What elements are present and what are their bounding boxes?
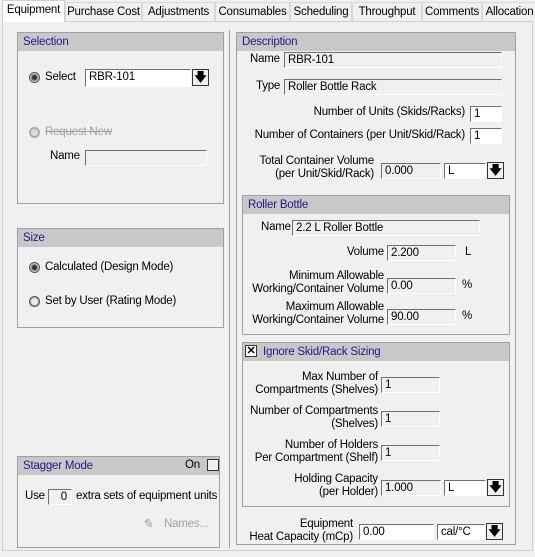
rb-volume-input: 2.200 [387,245,456,261]
holders-label: Number of Holders Per Compartment (Shelf) [255,439,378,465]
max-compartments-label-line2: Compartments (Shelves) [255,384,378,396]
rb-name-label: Name [261,221,291,233]
containers-label: Number of Containers (per Unit/Skid/Rack… [254,129,466,141]
chevron-down-icon[interactable]: 🡇 [487,162,504,179]
chevron-down-icon[interactable]: 🡇 [487,479,504,496]
rb-volume-label: Volume [346,246,384,258]
max-compartments-input: 1 [381,377,440,393]
type-label: Type [256,80,281,92]
calculated-radio[interactable] [29,262,40,273]
request-new-label: Request New [45,126,112,138]
names-button[interactable]: Names... [164,518,209,530]
tab-adjustments[interactable]: Adjustments [142,2,215,21]
total-volume-label: Total Container Volume (per Unit/Skid/Rac… [259,155,374,181]
calculated-label: Calculated (Design Mode) [45,261,174,273]
holding-capacity-label-line2: (per Holder) [319,486,378,498]
select-radio[interactable] [29,72,40,83]
selection-header: Selection [18,33,223,51]
extra-sets-input[interactable]: 0 [48,489,72,505]
chevron-down-icon[interactable]: 🡇 [192,69,209,86]
max-volume-label-line1: Maximum Allowable [285,301,384,313]
max-compartments-label: Max Number of Compartments (Shelves) [255,371,378,397]
total-volume-input: 0.000 [381,163,441,179]
min-volume-label-line2: Working/Container Volume [252,283,384,295]
ignore-sizing-header: Ignore Skid/Rack Sizing [243,343,509,361]
max-compartments-label-line1: Max Number of [301,371,378,383]
heat-capacity-input[interactable]: 0.00 [359,524,434,540]
max-volume-input: 90.00 [387,309,456,325]
stagger-on-checkbox[interactable] [207,459,219,471]
size-panel: Size [17,228,224,328]
pen-icon: ✎ [142,516,153,531]
chevron-down-icon[interactable]: 🡇 [486,523,503,540]
min-volume-unit: % [462,279,473,291]
ignore-sizing-checkbox[interactable]: ✕ [245,345,257,357]
heat-capacity-unit-combo[interactable]: cal/°C [437,524,485,540]
holders-label-line1: Number of Holders [284,439,378,451]
holding-capacity-input: 1.000 [381,480,441,496]
rb-name-input: 2.2 L Roller Bottle [292,220,480,236]
tab-comments[interactable]: Comments [422,2,482,21]
new-name-input[interactable] [85,150,207,166]
holding-capacity-unit-combo[interactable]: L [444,480,486,496]
containers-input[interactable]: 1 [470,128,502,144]
holding-capacity-label-line1: Holding Capacity [294,473,378,485]
tab-equipment[interactable]: Equipment [2,0,65,22]
heat-capacity-label-line2: Heat Capacity (mCp) [249,531,353,543]
description-header: Description [237,33,515,51]
set-by-user-radio[interactable] [29,296,40,307]
compartments-input: 1 [381,411,440,427]
max-volume-label: Maximum Allowable Working/Container Volum… [252,301,384,327]
max-volume-label-line2: Working/Container Volume [252,314,384,326]
rb-volume-unit: L [465,246,472,258]
total-volume-label-line1: Total Container Volume [259,155,374,167]
heat-capacity-label: Equipment Heat Capacity (mCp) [249,518,353,544]
min-volume-label: Minimum Allowable Working/Container Volum… [252,270,384,296]
min-volume-input: 0.00 [387,278,456,294]
equipment-select-combo[interactable]: RBR-101 [85,69,191,87]
set-by-user-label: Set by User (Rating Mode) [45,295,177,307]
desc-name-label: Name [250,53,280,65]
name-label: Name [50,150,80,162]
compartments-label-line2: (Shelves) [331,418,378,430]
min-volume-label-line1: Minimum Allowable [288,270,384,282]
holders-input: 1 [381,445,440,461]
tab-allocation[interactable]: Allocation [482,2,535,21]
selection-panel: Selection [17,32,224,204]
desc-name-input[interactable]: RBR-101 [284,52,502,68]
holding-capacity-label: Holding Capacity (per Holder) [294,473,378,499]
type-input: Roller Bottle Rack [284,79,502,95]
tab-throughput[interactable]: Throughput [352,2,422,21]
max-volume-unit: % [462,310,473,322]
divider [229,30,230,548]
stagger-on-label: On [185,459,200,471]
units-input[interactable]: 1 [470,106,502,122]
units-label: Number of Units (Skids/Racks) [313,106,466,118]
size-header: Size [18,229,223,247]
holders-label-line2: Per Compartment (Shelf) [254,452,378,464]
total-volume-unit-combo[interactable]: L [444,163,486,179]
extra-sets-label: extra sets of equipment units [76,490,218,502]
compartments-label: Number of Compartments (Shelves) [250,405,378,431]
select-label: Select [45,71,76,83]
total-volume-label-line2: (per Unit/Skid/Rack) [275,168,374,180]
use-label: Use [25,490,45,502]
tab-scheduling[interactable]: Scheduling [290,2,352,21]
roller-bottle-header: Roller Bottle [243,196,509,214]
tab-consumables[interactable]: Consumables [215,2,290,21]
compartments-label-line1: Number of Compartments [250,405,378,417]
tab-purchase-cost[interactable]: Purchase Cost [65,2,142,21]
heat-capacity-label-line1: Equipment [299,518,353,530]
request-new-radio[interactable] [29,127,40,138]
